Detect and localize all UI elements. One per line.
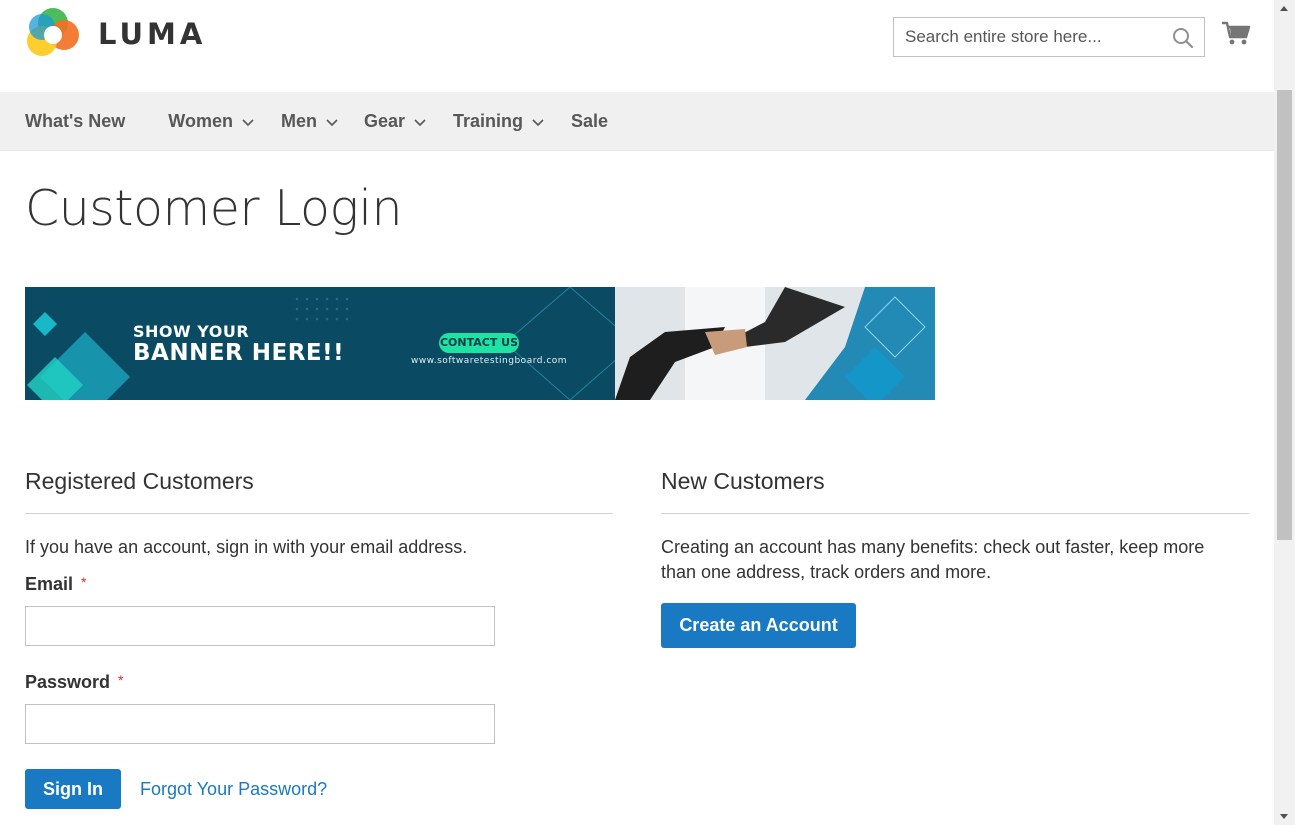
nav-item-label: Men xyxy=(280,111,317,131)
nav-item-women[interactable]: Women xyxy=(168,111,255,132)
page-scrollbar[interactable] xyxy=(1274,0,1295,825)
email-label: Email * xyxy=(25,574,613,595)
registered-customers-title: Registered Customers xyxy=(25,468,613,514)
banner-line2: BANNER HERE!! xyxy=(133,340,345,366)
login-actions: Sign In Forgot Your Password? xyxy=(25,769,613,809)
scroll-down-arrow-icon[interactable] xyxy=(1280,814,1288,819)
email-field[interactable] xyxy=(25,606,495,646)
create-account-button[interactable]: Create an Account xyxy=(661,603,856,648)
scroll-up-arrow-icon[interactable] xyxy=(1280,6,1288,11)
banner-line1: SHOW YOUR xyxy=(133,322,250,341)
nav-item-label: Training xyxy=(453,111,524,131)
registered-customers-intro: If you have an account, sign in with you… xyxy=(25,537,468,557)
new-customers-title: New Customers xyxy=(661,468,1249,514)
nav-item-label: Sale xyxy=(571,111,609,131)
email-label-text: Email xyxy=(25,574,74,594)
main-nav: What's New Women Men Gear Training Sale xyxy=(0,92,1274,151)
nav-item-men[interactable]: Men xyxy=(281,111,339,132)
chevron-down-icon xyxy=(414,118,426,126)
banner-url: www.softwaretestingboard.com xyxy=(411,356,568,366)
chevron-down-icon xyxy=(242,118,254,126)
nav-item-label: Gear xyxy=(363,111,405,131)
page-title: Customer Login xyxy=(25,180,403,237)
search-input[interactable] xyxy=(894,18,1204,56)
logo-link[interactable]: LUMA xyxy=(25,6,206,62)
nav-item-sale[interactable]: Sale xyxy=(571,111,608,132)
nav-item-gear[interactable]: Gear xyxy=(364,111,427,132)
search-box xyxy=(893,17,1205,57)
forgot-password-link[interactable]: Forgot Your Password? xyxy=(140,779,327,800)
nav-item-label: What's New xyxy=(25,111,126,131)
cart-icon[interactable] xyxy=(1221,19,1251,49)
required-mark: * xyxy=(118,672,124,688)
logo-text: LUMA xyxy=(98,17,207,51)
new-customers-block: New Customers Creating an account has ma… xyxy=(661,468,1249,648)
email-field-group: Email * xyxy=(25,574,613,646)
nav-item-whats-new[interactable]: What's New xyxy=(25,111,125,132)
chevron-down-icon xyxy=(532,118,544,126)
password-field[interactable] xyxy=(25,704,495,744)
luma-logo-icon xyxy=(25,6,81,62)
header: LUMA xyxy=(0,0,1274,92)
sign-in-button[interactable]: Sign In xyxy=(25,769,121,809)
registered-customers-block: Registered Customers If you have an acco… xyxy=(25,468,613,809)
search-icon[interactable] xyxy=(1172,27,1194,49)
contact-us-button[interactable]: CONTACT US xyxy=(439,333,519,353)
scrollbar-thumb[interactable] xyxy=(1277,90,1292,540)
chevron-down-icon xyxy=(326,118,338,126)
nav-item-training[interactable]: Training xyxy=(453,111,545,132)
promo-banner[interactable]: SHOW YOUR BANNER HERE!! CONTACT US www.s… xyxy=(25,287,935,400)
required-mark: * xyxy=(81,574,87,590)
nav-item-label: Women xyxy=(168,111,233,131)
password-label: Password * xyxy=(25,672,613,693)
password-field-group: Password * xyxy=(25,672,613,744)
password-label-text: Password xyxy=(25,672,111,692)
new-customers-intro: Creating an account has many benefits: c… xyxy=(661,537,1205,582)
